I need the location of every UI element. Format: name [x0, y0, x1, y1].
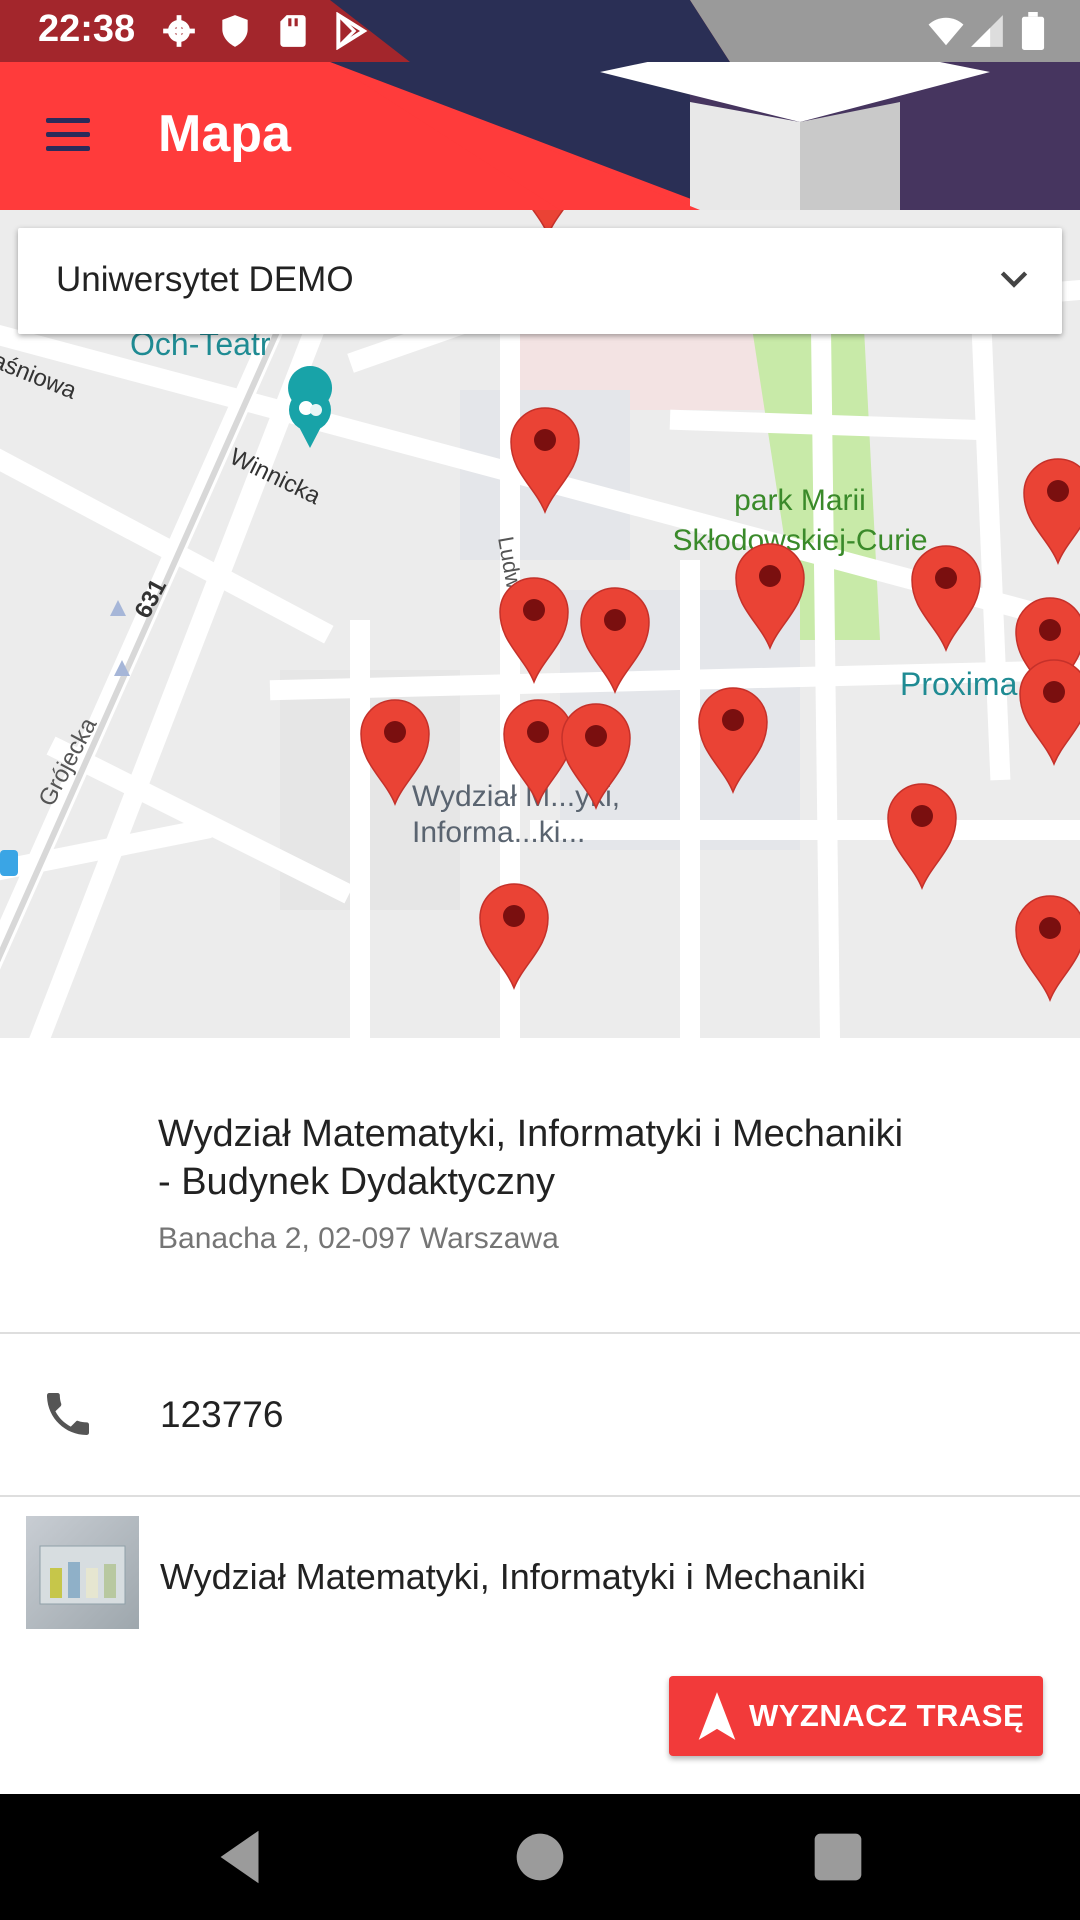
- play-store-icon: [336, 12, 368, 50]
- status-bar: 22:38: [0, 0, 1080, 62]
- status-time: 22:38: [38, 8, 136, 50]
- chevron-down-icon: [1000, 271, 1028, 288]
- home-icon[interactable]: [505, 1822, 575, 1892]
- back-icon[interactable]: [206, 1822, 276, 1892]
- route-button[interactable]: WYZNACZ TRASĘ: [669, 1676, 1043, 1756]
- sd-card-icon: [280, 15, 306, 47]
- transit-icon: [0, 850, 18, 876]
- settings-icon: [163, 15, 195, 47]
- divider: [0, 1332, 1080, 1334]
- faculty-logo: [26, 1516, 139, 1629]
- system-nav-bar: [0, 1794, 1080, 1920]
- map-label-poi: Proxima: [900, 666, 1018, 702]
- battery-icon: [1021, 12, 1045, 50]
- signal-icon: [971, 15, 1003, 47]
- phone-number[interactable]: 123776: [160, 1394, 283, 1436]
- campus-selector-value: Uniwersytet DEMO: [56, 260, 354, 299]
- wifi-icon: [928, 17, 964, 46]
- divider: [0, 1495, 1080, 1497]
- map-view[interactable]: Och-Teatr aśniowa Winnicka Ludwika Gróje…: [0, 210, 1080, 1038]
- shield-icon: [222, 15, 248, 47]
- map-canvas[interactable]: Och-Teatr aśniowa Winnicka Ludwika Gróje…: [0, 210, 1080, 1038]
- phone-icon: [47, 1393, 89, 1435]
- page-title: Mapa: [158, 105, 291, 163]
- menu-icon[interactable]: [40, 114, 96, 158]
- place-title: Wydział Matematyki, Informatyki i Mechan…: [158, 1113, 904, 1203]
- recents-icon[interactable]: [803, 1822, 873, 1892]
- app-bar: Mapa: [0, 62, 1080, 210]
- campus-selector[interactable]: Uniwersytet DEMO: [18, 228, 1062, 334]
- faculty-name: Wydział Matematyki, Informatyki i Mechan…: [160, 1556, 866, 1597]
- navigation-arrow-icon: [698, 1692, 736, 1740]
- place-address: Banacha 2, 02-097 Warszawa: [158, 1222, 559, 1255]
- route-button-label: WYZNACZ TRASĘ: [749, 1698, 1025, 1733]
